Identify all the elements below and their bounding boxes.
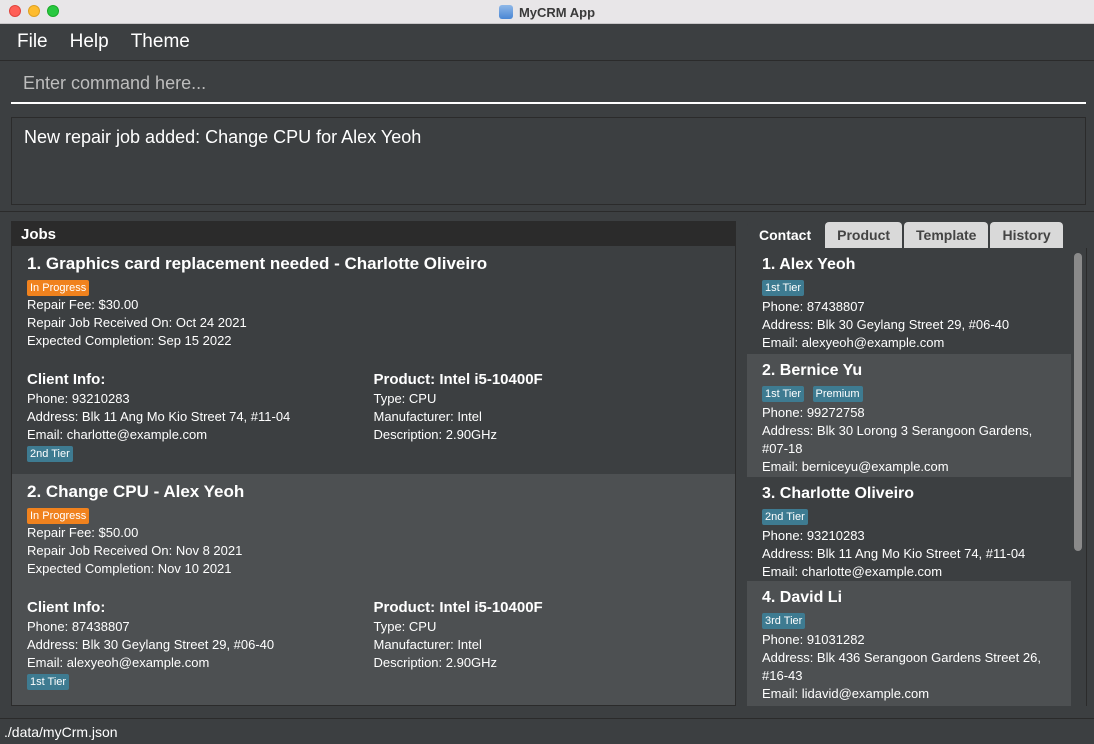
window-title: MyCRM App: [518, 4, 596, 20]
contact-card[interactable]: 2. Bernice Yu 1st Tier Premium Phone: 99…: [747, 354, 1071, 477]
tab-template[interactable]: Template: [904, 222, 989, 248]
product-type: Type: CPU: [373, 619, 437, 634]
menu-file[interactable]: File: [17, 31, 48, 53]
contact-email: Email: lidavid@example.com: [762, 686, 930, 701]
client-info-title: Client Info:: [27, 599, 106, 616]
contact-email: Email: charlotte@example.com: [762, 564, 943, 579]
command-box: [11, 64, 1086, 104]
received-date: Repair Job Received On: Oct 24 2021: [27, 315, 247, 330]
client-info: Client Info: Phone: 87438807 Address: Bl…: [27, 598, 374, 690]
result-text: New repair job added: Change CPU for Ale…: [24, 127, 422, 147]
repair-fee: Repair Fee: $50.00: [27, 525, 139, 540]
client-phone: Phone: 87438807: [27, 619, 130, 634]
tier-badge: 2nd Tier: [762, 509, 808, 525]
expected-completion: Expected Completion: Sep 15 2022: [27, 333, 232, 348]
menu-help[interactable]: Help: [70, 31, 109, 53]
status-badge: In Progress: [27, 508, 90, 524]
contact-name: 4. David Li: [762, 589, 843, 606]
tab-contact[interactable]: Contact: [747, 222, 824, 248]
job-card[interactable]: 2. Change CPU - Alex Yeoh In Progress Re…: [12, 474, 735, 705]
client-info: Client Info: Phone: 93210283 Address: Bl…: [27, 370, 374, 462]
contact-phone: Phone: 91031282: [762, 632, 865, 647]
jobs-header: Jobs: [12, 222, 735, 246]
status-bar: ./data/myCrm.json: [0, 718, 1094, 744]
client-info-title: Client Info:: [27, 371, 106, 388]
menu-bar: File Help Theme: [0, 24, 1094, 61]
contact-phone: Phone: 87438807: [762, 299, 865, 314]
contact-address: Address: Blk 436 Serangoon Gardens Stree…: [762, 650, 1041, 683]
contact-address: Address: Blk 30 Lorong 3 Serangoon Garde…: [762, 423, 1033, 456]
premium-badge: Premium: [812, 386, 863, 402]
product-description: Description: 2.90GHz: [373, 427, 498, 442]
product-manufacturer: Manufacturer: Intel: [373, 409, 482, 424]
job-card[interactable]: 1. Graphics card replacement needed - Ch…: [12, 246, 735, 474]
expected-completion: Expected Completion: Nov 10 2021: [27, 561, 232, 576]
tier-badge: 3rd Tier: [762, 613, 806, 629]
title-bar: MyCRM App: [0, 0, 1094, 24]
tab-product[interactable]: Product: [825, 222, 903, 248]
jobs-panel: Jobs 1. Graphics card replacement needed…: [11, 221, 736, 706]
repair-fee: Repair Fee: $30.00: [27, 297, 139, 312]
tier-badge: 1st Tier: [762, 280, 805, 296]
contact-card[interactable]: 1. Alex Yeoh 1st Tier Phone: 87438807 Ad…: [747, 248, 1071, 354]
tier-badge: 2nd Tier: [27, 446, 73, 462]
contact-email: Email: alexyeoh@example.com: [762, 335, 945, 350]
product-title: Product: Intel i5-10400F: [373, 599, 543, 616]
contact-email: Email: berniceyu@example.com: [762, 459, 949, 474]
product-manufacturer: Manufacturer: Intel: [373, 637, 482, 652]
product-description: Description: 2.90GHz: [373, 655, 498, 670]
client-address: Address: Blk 11 Ang Mo Kio Street 74, #1…: [27, 409, 291, 424]
client-address: Address: Blk 30 Geylang Street 29, #06-4…: [27, 637, 275, 652]
menu-theme[interactable]: Theme: [131, 31, 190, 53]
contact-card[interactable]: 4. David Li 3rd Tier Phone: 91031282 Add…: [747, 581, 1071, 706]
job-title: 1. Graphics card replacement needed - Ch…: [27, 254, 488, 273]
data-file-path: ./data/myCrm.json: [4, 723, 118, 740]
contact-name: 1. Alex Yeoh: [762, 256, 856, 273]
client-phone: Phone: 93210283: [27, 391, 130, 406]
tier-badge: 1st Tier: [27, 674, 70, 690]
received-date: Repair Job Received On: Nov 8 2021: [27, 543, 243, 558]
contact-address: Address: Blk 30 Geylang Street 29, #06-4…: [762, 317, 1010, 332]
divider: [0, 211, 1094, 212]
contact-name: 3. Charlotte Oliveiro: [762, 485, 915, 502]
job-title: 2. Change CPU - Alex Yeoh: [27, 482, 245, 501]
command-input[interactable]: [23, 72, 1086, 94]
contact-address: Address: Blk 11 Ang Mo Kio Street 74, #1…: [762, 546, 1026, 561]
product-info: Product: Intel i5-10400F Type: CPU Manuf…: [374, 598, 721, 690]
app-icon: [498, 5, 513, 19]
client-email: Email: charlotte@example.com: [27, 427, 208, 442]
contact-list-scrollbar[interactable]: [1074, 253, 1082, 551]
tab-history[interactable]: History: [990, 222, 1063, 248]
result-display: New repair job added: Change CPU for Ale…: [11, 117, 1086, 205]
status-badge: In Progress: [27, 280, 90, 296]
contact-card[interactable]: 3. Charlotte Oliveiro 2nd Tier Phone: 93…: [747, 477, 1071, 581]
contact-name: 2. Bernice Yu: [762, 362, 863, 379]
contact-phone: Phone: 93210283: [762, 528, 865, 543]
product-info: Product: Intel i5-10400F Type: CPU Manuf…: [374, 370, 721, 462]
product-title: Product: Intel i5-10400F: [373, 371, 543, 388]
tier-badge: 1st Tier: [762, 386, 805, 402]
contact-phone: Phone: 99272758: [762, 405, 865, 420]
product-type: Type: CPU: [373, 391, 437, 406]
tab-bar: Contact Product Template History: [747, 222, 1063, 248]
contact-list: 1. Alex Yeoh 1st Tier Phone: 87438807 Ad…: [747, 248, 1087, 706]
client-email: Email: alexyeoh@example.com: [27, 655, 210, 670]
